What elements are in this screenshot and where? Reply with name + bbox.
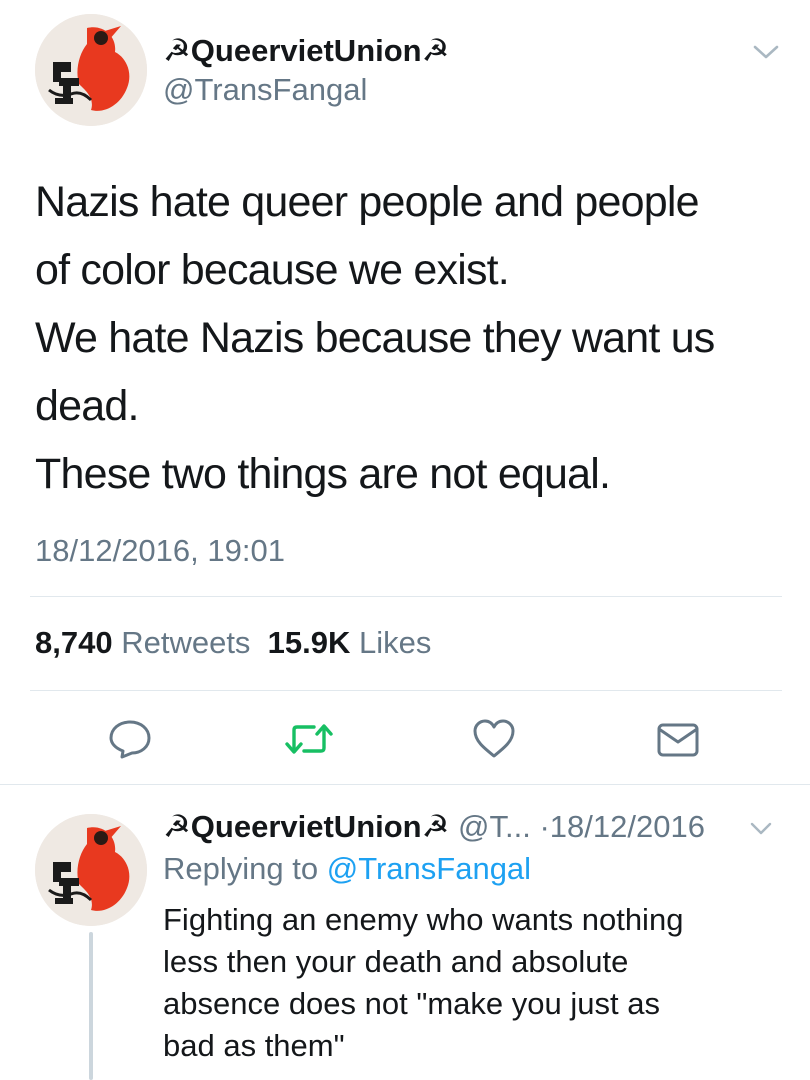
replying-to-label: Replying to [163, 851, 319, 886]
retweet-icon [285, 724, 333, 754]
retweet-button[interactable] [284, 722, 334, 756]
tweet-line: of color because we exist. [35, 246, 510, 294]
tweet-timestamp[interactable]: 18/12/2016, 19:01 [35, 533, 285, 569]
heart-icon [473, 719, 515, 758]
like-label: Likes [359, 625, 432, 660]
retweet-stat[interactable]: 8,740 Retweets [35, 625, 250, 660]
chevron-down-icon[interactable] [752, 42, 780, 67]
reply-header: ☭QueervietUnion☭ @T... ·18/12/2016 [163, 809, 705, 845]
handle[interactable]: @TransFangal [163, 72, 367, 108]
avatar-image [35, 14, 147, 126]
reply-text: Fighting an enemy who wants nothing less… [163, 899, 803, 1067]
like-count: 15.9K [267, 625, 351, 660]
like-stat[interactable]: 15.9K Likes [268, 625, 432, 660]
reply-handle[interactable]: @T... [458, 809, 531, 844]
separator-dot: · [539, 809, 550, 844]
retweet-count: 8,740 [35, 625, 113, 660]
retweet-label: Retweets [121, 625, 251, 660]
reply-icon [109, 720, 151, 759]
like-button[interactable] [472, 718, 516, 760]
reply-avatar[interactable] [35, 814, 147, 926]
tweet-text: Nazis hate queer people and people of co… [35, 168, 795, 508]
display-name[interactable]: ☭QueervietUnion☭ [163, 33, 449, 69]
reply-display-name[interactable]: ☭QueervietUnion☭ [163, 809, 449, 844]
divider [0, 784, 810, 785]
tweet-line: These two things are not equal. [35, 450, 611, 498]
envelope-icon [657, 723, 699, 757]
divider [30, 596, 782, 597]
divider [30, 690, 782, 691]
tweet-line: We hate Nazis because they want us [35, 314, 715, 362]
chevron-down-icon[interactable] [749, 820, 773, 842]
reply-line: absence does not "make you just as [163, 986, 660, 1021]
reply-button[interactable] [108, 719, 152, 759]
reply-line: less then your death and absolute [163, 944, 629, 979]
reply-line: bad as them" [163, 1028, 345, 1063]
reply-date[interactable]: 18/12/2016 [550, 809, 705, 844]
tweet-line: Nazis hate queer people and people [35, 178, 700, 226]
direct-message-button[interactable] [656, 722, 700, 758]
reply-line: Fighting an enemy who wants nothing [163, 902, 684, 937]
replying-to: Replying to @TransFangal [163, 851, 531, 887]
avatar[interactable] [35, 14, 147, 126]
tweet-stats: 8,740 Retweets 15.9K Likes [35, 625, 431, 661]
avatar-image [35, 814, 147, 926]
replying-to-link[interactable]: @TransFangal [327, 851, 531, 886]
tweet-line: dead. [35, 382, 139, 430]
thread-line [89, 932, 93, 1080]
